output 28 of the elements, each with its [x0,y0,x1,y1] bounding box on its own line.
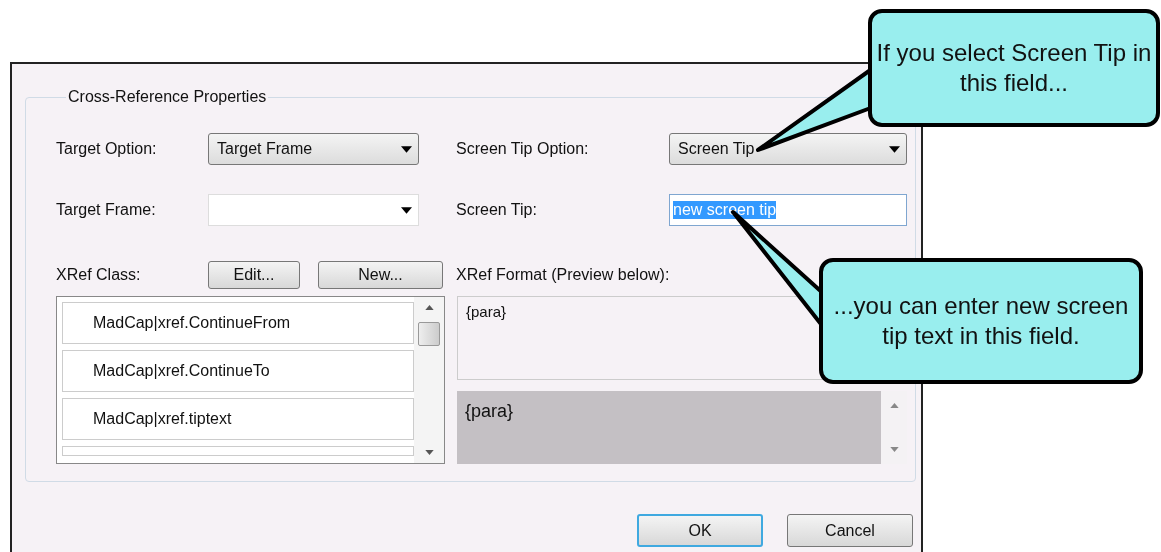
field-label: Screen Tip Option: [456,140,590,158]
list-item[interactable]: MadCap|xref.ContinueTo [62,350,414,392]
list-item[interactable]: MadCap|xref.ContinueFrom [62,302,414,344]
screen-tip-option-dropdown[interactable]: Screen Tip [669,133,907,165]
format-preview: {para} [457,391,881,464]
edit-button[interactable]: Edit... [208,261,300,289]
field-label: Target Option: [56,140,158,158]
field-label: XRef Format (Preview below): [456,266,670,284]
field-label: Target Frame: [56,201,157,219]
list-item[interactable]: MadCap|xref.tiptext [62,398,414,440]
scroll-down-icon [424,450,434,455]
target-option-dropdown[interactable]: Target Frame [208,133,419,165]
new-button[interactable]: New... [318,261,443,289]
ok-button[interactable]: OK [637,514,763,547]
scroll-down-icon [889,447,899,452]
scroll-up-icon [424,305,434,310]
field-label: XRef Class: [56,266,142,284]
caret-icon [401,206,412,214]
scroll-up-icon [889,403,899,408]
list-item[interactable] [62,446,414,456]
caret-icon [889,145,900,153]
target-frame-dropdown[interactable] [208,194,419,226]
scroll-thumb[interactable] [418,322,440,346]
caret-icon [401,145,412,153]
cancel-button[interactable]: Cancel [787,514,913,547]
scrollbar[interactable] [414,297,444,463]
group-title: Cross-Reference Properties [67,88,268,106]
field-label: Screen Tip: [456,201,538,219]
